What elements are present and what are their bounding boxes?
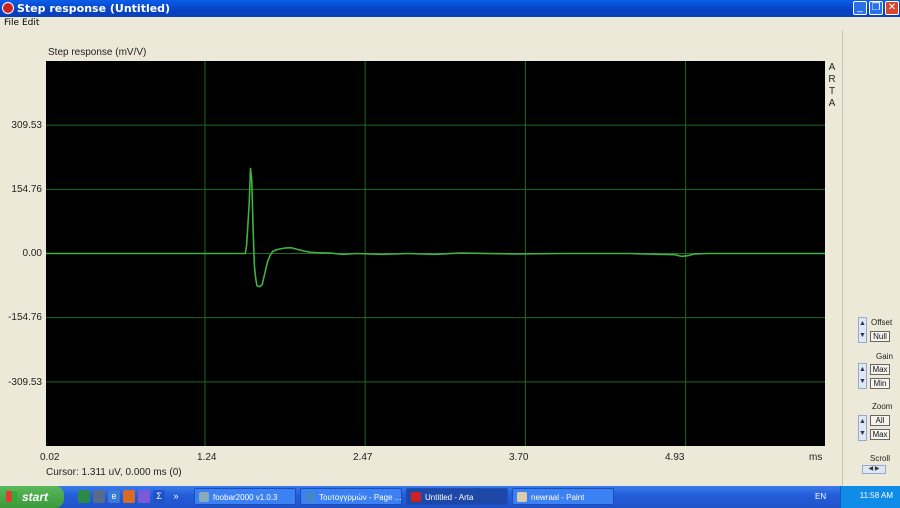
x-tick-label: 4.93 (665, 452, 685, 463)
y-tick-label: 154.76 (11, 184, 42, 195)
minimize-icon: _ (857, 2, 863, 13)
y-tick-label: -309.53 (8, 377, 42, 388)
zoom-spinner[interactable]: ▲ ▼ (858, 415, 867, 441)
menu-edit[interactable]: Edit (22, 18, 39, 28)
x-tick-label: 1.24 (197, 452, 217, 463)
browser-icon (305, 492, 315, 502)
gain-min-button[interactable]: Min (870, 378, 890, 389)
x-unit-label: ms (809, 452, 823, 463)
minimize-button[interactable]: _ (853, 1, 867, 15)
cursor-readout: Cursor: 1.311 uV, 0.000 ms (0) (46, 467, 182, 478)
language-indicator[interactable]: EN (815, 492, 826, 501)
firefox-icon[interactable] (123, 490, 135, 503)
taskbar: start e Σ » foobar2000 v1.0.3 Τουτογγρμώ… (0, 486, 900, 508)
paint-icon (517, 492, 527, 502)
y-tick-label: 309.53 (11, 120, 42, 131)
start-label: start (22, 490, 49, 504)
taskbar-item[interactable]: Untitled - Arta (406, 488, 508, 505)
app-quicklaunch-icon[interactable] (93, 490, 105, 503)
close-icon: ✕ (887, 2, 897, 13)
ie-icon[interactable]: e (108, 490, 120, 503)
arta-side-label: A R T A (827, 62, 837, 110)
taskbar-item-label: Τουτογγρμών - Page ... (319, 493, 402, 502)
arta-letter: A (828, 98, 836, 109)
arta-letter: T (828, 86, 836, 97)
scroll-label: Scroll (870, 454, 891, 463)
gain-max-button[interactable]: Max (870, 364, 890, 375)
sigma-icon[interactable]: Σ (153, 490, 165, 503)
app-quicklaunch-icon[interactable] (138, 490, 150, 503)
clock: 11:58 AM (859, 491, 893, 500)
maximize-icon: ❐ (871, 2, 881, 13)
close-button[interactable]: ✕ (885, 1, 899, 15)
taskbar-item-label: newraal - Paint (531, 493, 585, 502)
offset-spinner[interactable]: ▲ ▼ (858, 317, 867, 343)
menu-bar: File Edit (0, 17, 900, 30)
x-tick-label: 3.70 (509, 452, 529, 463)
window-title: Step response (Untitled) (17, 2, 171, 15)
zoom-label: Zoom (872, 402, 893, 411)
arta-icon (411, 492, 421, 502)
y-tick-label: -154.76 (8, 312, 42, 323)
arta-letter: A (828, 62, 836, 73)
chevron-icon[interactable]: » (170, 490, 182, 503)
arta-letter: R (828, 74, 836, 85)
desktop-icon[interactable] (78, 490, 90, 503)
taskbar-item[interactable]: foobar2000 v1.0.3 (194, 488, 296, 505)
offset-label: Offset (871, 318, 893, 327)
title-bar[interactable]: Step response (Untitled) _ ❐ ✕ (0, 0, 900, 17)
taskbar-item[interactable]: newraal - Paint (512, 488, 614, 505)
taskbar-item-label: Untitled - Arta (425, 493, 474, 502)
zoom-max-button[interactable]: Max (870, 429, 890, 440)
graph-title: Step response (mV/V) (48, 47, 147, 58)
zoom-all-button[interactable]: All (870, 415, 890, 426)
start-button[interactable]: start (0, 486, 64, 508)
foobar-icon (199, 492, 209, 502)
app-icon[interactable] (2, 2, 14, 14)
step-response-line (46, 167, 825, 288)
y-tick-label: 0.00 (22, 248, 42, 259)
x-tick-label: 2.47 (353, 452, 373, 463)
offset-null-button[interactable]: Null (870, 331, 890, 342)
taskbar-item[interactable]: Τουτογγρμών - Page ... (300, 488, 402, 505)
scroll-spinner[interactable]: ◀ ▶ (862, 465, 886, 474)
gain-spinner[interactable]: ▲ ▼ (858, 363, 867, 389)
menu-file[interactable]: File (4, 18, 19, 28)
system-tray: 11:58 AM (840, 486, 900, 508)
taskbar-item-label: foobar2000 v1.0.3 (213, 493, 278, 502)
windows-logo-icon (6, 491, 17, 502)
x-tick-label: 0.02 (40, 452, 60, 463)
step-response-plot[interactable] (46, 61, 825, 446)
maximize-button[interactable]: ❐ (869, 1, 883, 15)
gain-label: Gain (876, 352, 893, 361)
